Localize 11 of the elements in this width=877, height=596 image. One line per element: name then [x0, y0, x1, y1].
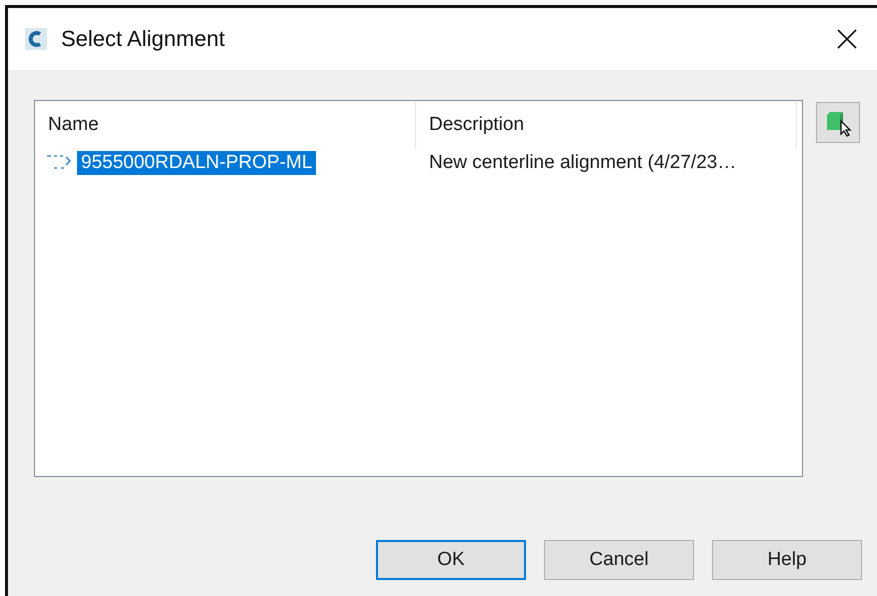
app-logo-icon — [25, 28, 47, 50]
dialog-button[interactable]: Help — [712, 540, 862, 580]
window-title: Select Alignment — [61, 26, 226, 52]
column-header[interactable]: Name — [35, 101, 416, 149]
table-cell-text: New centerline alignment (4/27/23… — [428, 152, 736, 174]
pick-from-drawing-button[interactable] — [816, 102, 860, 143]
dialog-button[interactable]: OK — [376, 540, 526, 580]
column-header[interactable]: Description — [416, 101, 797, 149]
list-item[interactable]: 9555000RDALN-PROP-ML — [77, 151, 316, 175]
close-icon — [837, 29, 857, 49]
dialog-button[interactable]: Cancel — [544, 540, 694, 580]
